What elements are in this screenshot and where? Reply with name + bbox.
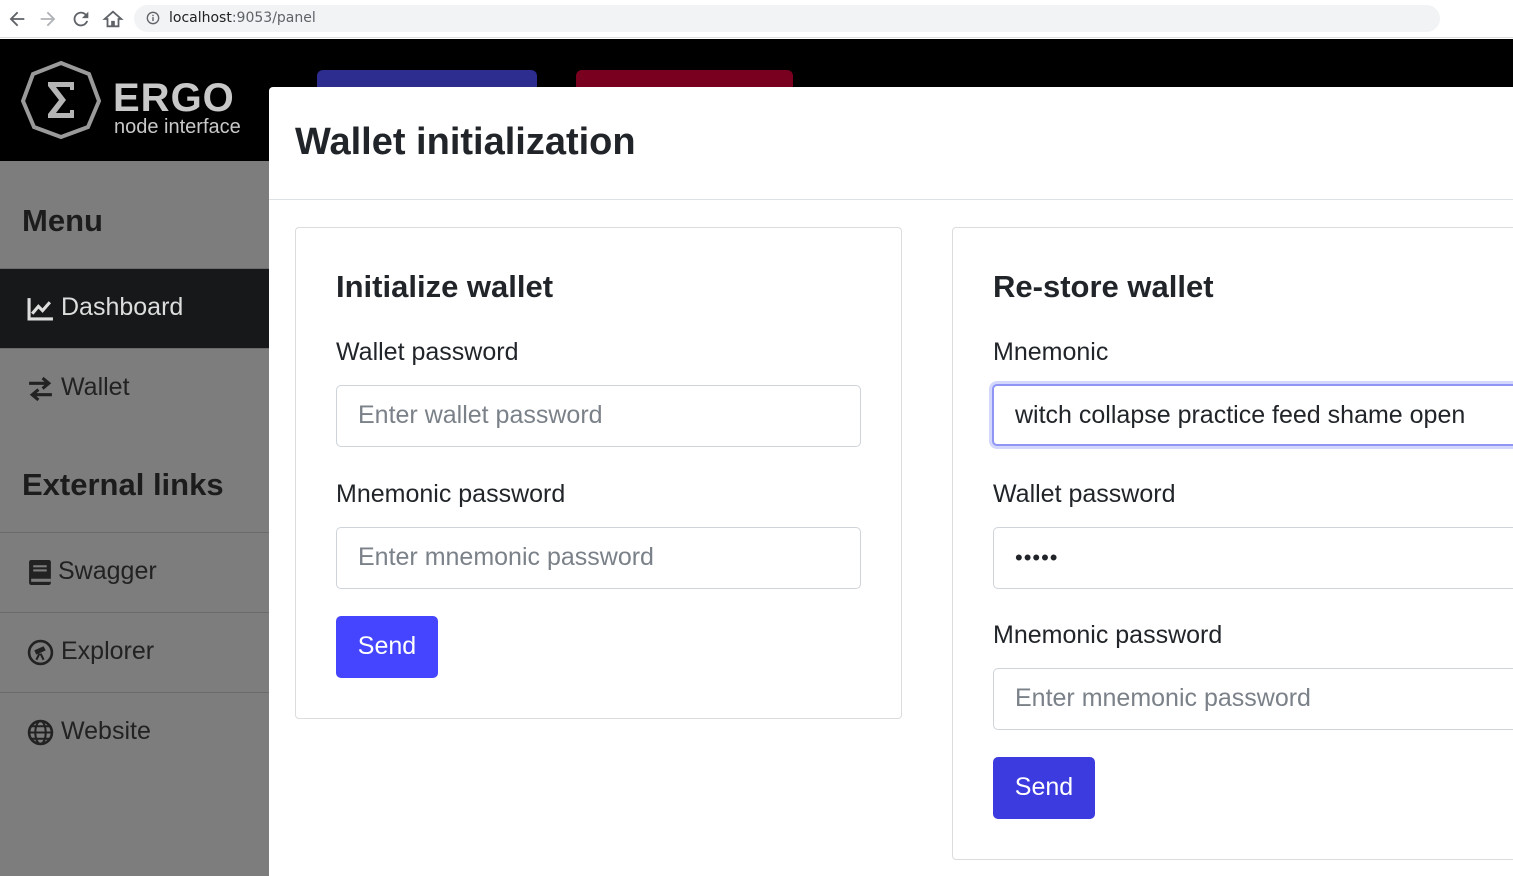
book-icon: [29, 560, 51, 585]
sidebar-item-wallet[interactable]: Wallet: [0, 348, 269, 428]
sidebar-item-explorer[interactable]: Explorer: [0, 612, 269, 692]
wallet-password-label: Wallet password: [336, 338, 519, 366]
restore-mnemonic-password-input[interactable]: Enter mnemonic password: [993, 668, 1513, 730]
restore-wallet-password-label: Wallet password: [993, 480, 1176, 508]
url-path: :9053/panel: [231, 10, 316, 26]
sidebar-item-label: Dashboard: [61, 293, 184, 321]
brand-title: ERGO: [113, 76, 235, 120]
url-host: localhost: [169, 10, 232, 26]
info-icon[interactable]: [146, 11, 160, 25]
restore-mnemonic-password-label: Mnemonic password: [993, 621, 1223, 649]
sidebar-item-website[interactable]: Website: [0, 692, 269, 772]
wallet-init-modal: Wallet initialization Initialize wallet …: [269, 87, 1513, 876]
restore-wallet-password-input[interactable]: •••••: [993, 527, 1513, 589]
init-send-button[interactable]: Send: [336, 616, 438, 678]
mnemonic-password-label: Mnemonic password: [336, 480, 566, 508]
chart-line-icon: [27, 298, 53, 321]
mnemonic-input[interactable]: witch collapse practice feed shame open: [992, 384, 1513, 446]
forward-icon[interactable]: [37, 8, 59, 30]
ergo-logo-icon: [20, 60, 102, 140]
url-text: localhost:9053/panel: [169, 10, 316, 26]
telescope-icon: [27, 639, 54, 666]
browser-toolbar: localhost:9053/panel: [0, 0, 1513, 38]
restore-wallet-card: Re-store wallet Mnemonic witch collapse …: [952, 227, 1513, 860]
sidebar: Menu Dashboard Wallet External links Swa…: [0, 161, 269, 876]
external-links-heading: External links: [22, 467, 224, 502]
mnemonic-label: Mnemonic: [993, 338, 1109, 366]
sidebar-item-label: Website: [61, 717, 151, 745]
sidebar-item-swagger[interactable]: Swagger: [0, 532, 269, 612]
back-icon[interactable]: [6, 8, 28, 30]
mnemonic-password-input[interactable]: Enter mnemonic password: [336, 527, 861, 589]
sidebar-item-label: Wallet: [61, 373, 130, 401]
sidebar-item-label: Swagger: [58, 557, 157, 585]
sidebar-item-dashboard[interactable]: Dashboard: [0, 268, 269, 348]
modal-title: Wallet initialization: [295, 121, 636, 163]
modal-header: Wallet initialization: [269, 87, 1513, 200]
reload-icon[interactable]: [70, 8, 92, 30]
address-bar[interactable]: localhost:9053/panel: [134, 5, 1440, 32]
menu-heading: Menu: [22, 203, 103, 238]
initialize-wallet-card: Initialize wallet Wallet password Enter …: [295, 227, 902, 719]
exchange-arrows-icon: [29, 376, 52, 402]
globe-icon: [27, 719, 54, 746]
restore-wallet-title: Re-store wallet: [993, 269, 1214, 304]
wallet-password-input[interactable]: Enter wallet password: [336, 385, 861, 447]
brand-subtitle: node interface: [114, 116, 241, 138]
sidebar-item-label: Explorer: [61, 637, 155, 665]
initialize-wallet-title: Initialize wallet: [336, 269, 554, 304]
home-icon[interactable]: [102, 8, 124, 30]
restore-send-button[interactable]: Send: [993, 757, 1095, 819]
